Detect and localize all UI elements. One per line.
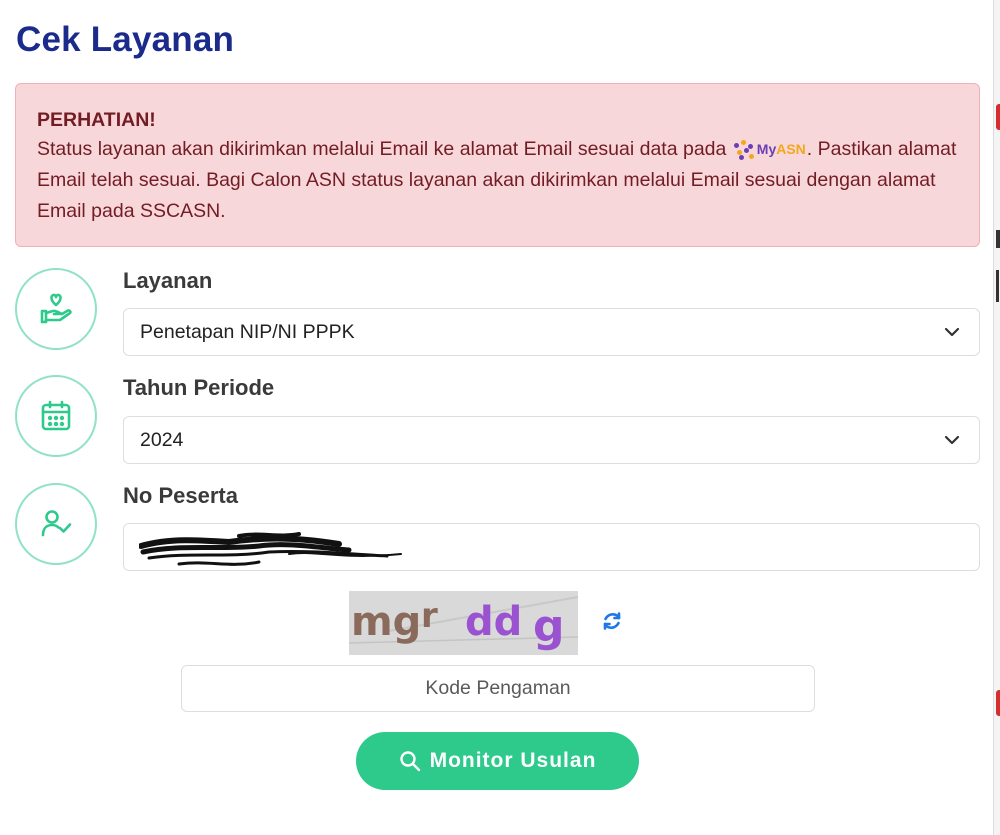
layanan-icon-circle bbox=[15, 268, 97, 350]
hand-heart-icon bbox=[40, 293, 72, 324]
peserta-icon-circle bbox=[15, 483, 97, 565]
kode-pengaman-input[interactable] bbox=[181, 665, 815, 712]
page-title: Cek Layanan bbox=[16, 20, 235, 59]
alert-body: Status layanan akan dikirimkan melalui E… bbox=[37, 134, 959, 227]
layanan-label: Layanan bbox=[123, 268, 213, 293]
tahun-select[interactable]: 2024 bbox=[123, 416, 980, 464]
tahun-icon-circle bbox=[15, 375, 97, 457]
layanan-selected-value: Penetapan NIP/NI PPPK bbox=[140, 320, 355, 343]
captcha-image: mg r dd g bbox=[349, 591, 578, 655]
monitor-usulan-label: Monitor Usulan bbox=[429, 749, 597, 772]
alert-text-1: Status layanan akan dikirimkan melalui E… bbox=[37, 138, 727, 160]
edge-marker bbox=[996, 690, 1000, 716]
chevron-down-icon bbox=[944, 327, 960, 337]
layanan-select[interactable]: Penetapan NIP/NI PPPK bbox=[123, 308, 980, 356]
tahun-selected-value: 2024 bbox=[140, 428, 184, 451]
warning-alert: PERHATIAN! Status layanan akan dikirimka… bbox=[15, 83, 980, 247]
myasn-logo-mark-icon bbox=[733, 139, 755, 160]
peserta-input[interactable] bbox=[123, 523, 980, 571]
svg-text:mg: mg bbox=[351, 599, 421, 645]
alert-heading: PERHATIAN! bbox=[37, 109, 156, 131]
myasn-logo: MyASN bbox=[733, 134, 806, 165]
refresh-icon[interactable] bbox=[600, 609, 624, 633]
svg-text:r: r bbox=[421, 596, 438, 636]
edge-marker bbox=[996, 104, 1000, 130]
redacted-scribble bbox=[139, 532, 402, 566]
myasn-logo-text: MyASN bbox=[756, 141, 806, 158]
edge-marker bbox=[996, 270, 999, 302]
monitor-usulan-button[interactable]: Monitor Usulan bbox=[356, 732, 639, 790]
page: Cek Layanan PERHATIAN! Status layanan ak… bbox=[0, 0, 993, 835]
tahun-label: Tahun Periode bbox=[123, 375, 275, 400]
svg-text:dd: dd bbox=[465, 599, 522, 645]
chevron-down-icon bbox=[944, 435, 960, 445]
peserta-label: No Peserta bbox=[123, 483, 238, 508]
calendar-icon bbox=[41, 400, 71, 431]
search-icon bbox=[399, 751, 420, 772]
svg-text:g: g bbox=[533, 601, 565, 652]
user-check-icon bbox=[41, 510, 72, 537]
edge-marker bbox=[996, 230, 1000, 248]
